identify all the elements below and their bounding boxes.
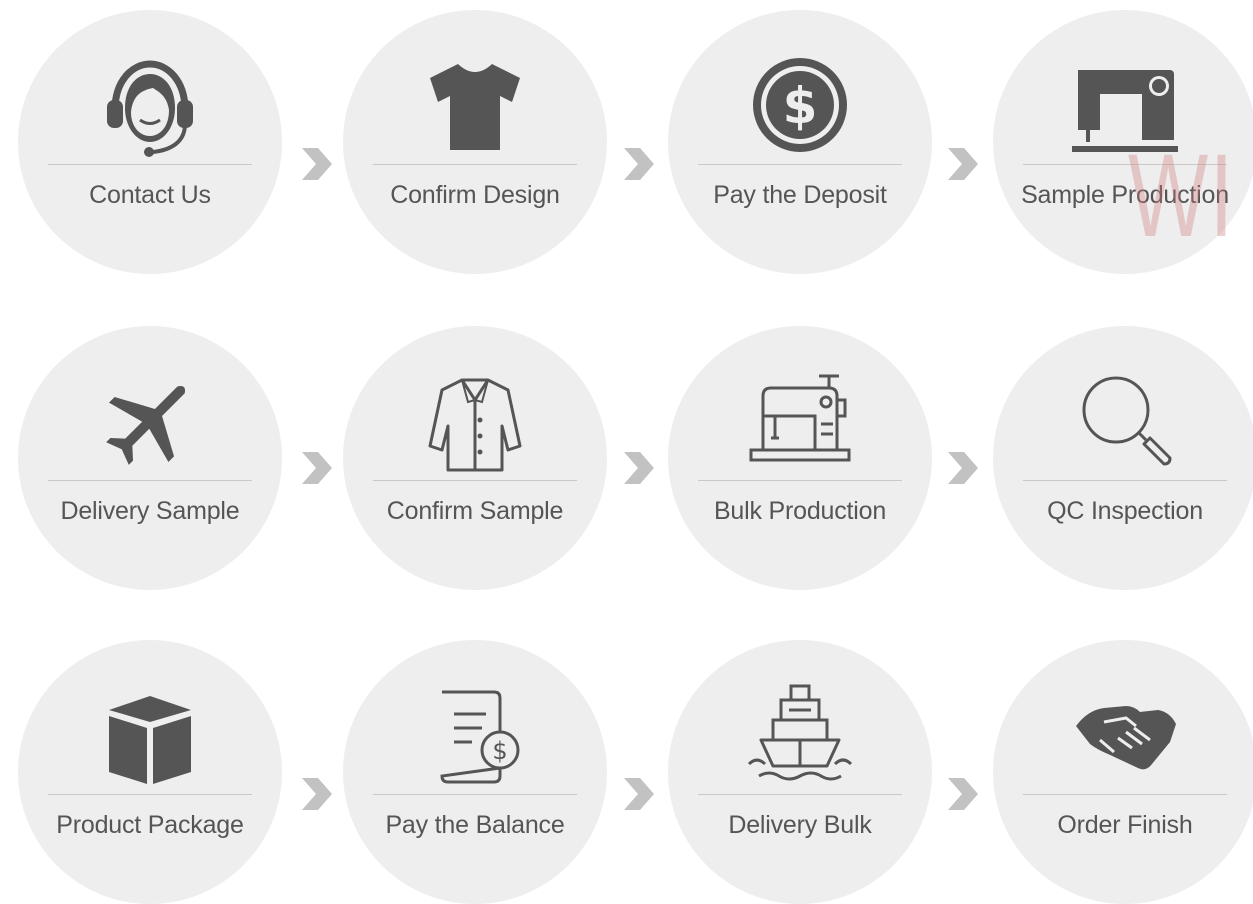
step-label: Confirm Design	[390, 181, 560, 209]
divider	[48, 164, 252, 165]
step-label: Bulk Production	[713, 497, 887, 525]
divider	[48, 480, 252, 481]
step-contact-us: Contact Us	[18, 10, 282, 274]
step-pay-the-balance: $ Pay the Balance	[343, 640, 607, 904]
divider	[373, 794, 577, 795]
step-label: Order Finish	[1057, 811, 1193, 839]
step-delivery-sample: Delivery Sample	[18, 326, 282, 590]
divider	[698, 164, 902, 165]
chevron-right-icon	[296, 144, 336, 184]
svg-text:$: $	[492, 737, 507, 765]
divider	[1023, 794, 1227, 795]
step-label: Contact Us	[89, 181, 211, 209]
box-icon	[95, 680, 205, 790]
step-qc-inspection: QC Inspection	[993, 326, 1253, 590]
airplane-icon	[95, 366, 205, 476]
chevron-right-icon	[296, 774, 336, 814]
sewing-machine-icon	[745, 366, 855, 476]
chevron-right-icon	[618, 448, 658, 488]
step-label: Product Package	[56, 811, 244, 839]
ship-icon	[745, 680, 855, 790]
step-label: Delivery Sample	[60, 497, 240, 525]
divider	[698, 794, 902, 795]
chevron-right-icon	[296, 448, 336, 488]
chevron-right-icon	[942, 448, 982, 488]
step-label: Pay the Balance	[385, 811, 565, 839]
step-label: Delivery Bulk	[728, 811, 872, 839]
step-order-finish: Order Finish	[993, 640, 1253, 904]
dollar-coin-icon: $	[745, 50, 855, 160]
step-label: QC Inspection	[1047, 497, 1203, 525]
chevron-right-icon	[942, 144, 982, 184]
invoice-dollar-icon: $	[420, 680, 530, 790]
magnifier-icon	[1070, 366, 1180, 476]
divider	[373, 480, 577, 481]
step-label: Confirm Sample	[386, 497, 564, 525]
step-product-package: Product Package	[18, 640, 282, 904]
headset-operator-icon	[95, 50, 205, 160]
divider	[48, 794, 252, 795]
divider	[1023, 480, 1227, 481]
step-delivery-bulk: Delivery Bulk	[668, 640, 932, 904]
step-confirm-sample: Confirm Sample	[343, 326, 607, 590]
industrial-sewing-machine-icon	[1070, 50, 1180, 160]
step-label: Sample Production	[1021, 181, 1229, 209]
step-bulk-production: Bulk Production	[668, 326, 932, 590]
divider	[698, 480, 902, 481]
step-confirm-design: Confirm Design	[343, 10, 607, 274]
chevron-right-icon	[942, 774, 982, 814]
svg-text:$: $	[783, 77, 818, 135]
tshirt-icon	[420, 50, 530, 160]
divider	[373, 164, 577, 165]
chevron-right-icon	[618, 144, 658, 184]
step-sample-production: Sample Production	[993, 10, 1253, 274]
chevron-right-icon	[618, 774, 658, 814]
step-label: Pay the Deposit	[713, 181, 887, 209]
handshake-icon	[1070, 680, 1180, 790]
step-pay-the-deposit: $ Pay the Deposit	[668, 10, 932, 274]
divider	[1023, 164, 1227, 165]
coat-icon	[420, 366, 530, 476]
